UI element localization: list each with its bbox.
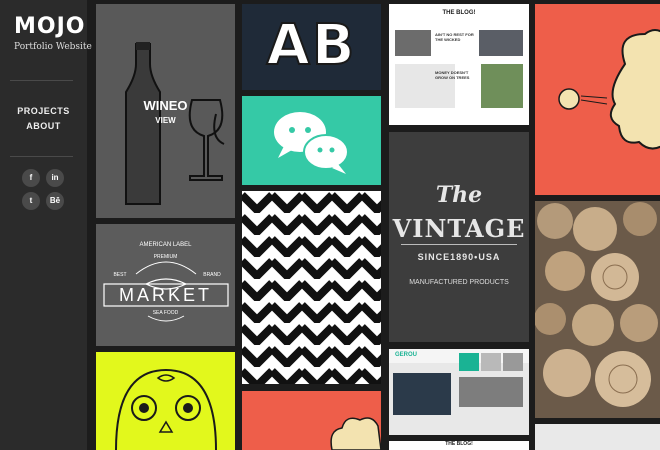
- project-tile-chat[interactable]: [242, 96, 381, 185]
- tile-title: WINEO: [143, 98, 188, 113]
- project-tile-blog[interactable]: THE BLOG! AIN'T NO REST FOR THE WICKED M…: [389, 4, 529, 125]
- project-tile-ab[interactable]: AB: [242, 4, 381, 90]
- project-tile-popcorn-2[interactable]: [535, 4, 660, 195]
- project-tile-wineo[interactable]: WINEO VIEW: [96, 4, 235, 218]
- blog-title: THE BLOG!: [442, 10, 476, 16]
- blog-post-title: AIN'T NO REST FOR THE WICKED: [435, 32, 474, 42]
- divider: [10, 156, 73, 157]
- blog-title: THE BLOG!: [445, 441, 473, 447]
- nav-item-projects[interactable]: PROJECTS: [0, 106, 87, 116]
- sidebar: MOJO Portfolio Website PROJECTS ABOUT f …: [0, 0, 92, 450]
- divider: [10, 80, 73, 81]
- view-link[interactable]: VIEW: [96, 116, 235, 125]
- twitter-icon[interactable]: t: [22, 192, 40, 210]
- market-bottom-text: SEA FOOD: [152, 310, 179, 316]
- market-word: MARKET: [118, 285, 212, 305]
- gerou-image: [459, 377, 523, 407]
- chat-bubbles-icon: [274, 112, 349, 174]
- gerou-block: [481, 353, 501, 371]
- market-best-text: BEST: [113, 272, 127, 278]
- project-tile-blog-2[interactable]: THE BLOG!: [389, 441, 529, 450]
- nav-item-about[interactable]: ABOUT: [0, 121, 87, 131]
- gerou-title: GEROU: [395, 352, 418, 358]
- vintage-the: The: [435, 182, 483, 208]
- sugar-skull-illustration: [115, 368, 217, 450]
- project-tile-vintage[interactable]: The VINTAGE SINCE1890•USA MANUFACTURED P…: [389, 132, 529, 342]
- chevron-pattern: [242, 191, 381, 384]
- behance-icon[interactable]: Bē: [46, 192, 64, 210]
- gerou-block: [459, 353, 479, 371]
- gerou-panel: [393, 373, 451, 415]
- project-tile-skull[interactable]: [96, 352, 235, 450]
- ab-letters: AB: [265, 13, 357, 79]
- market-brand-text: BRAND: [203, 272, 221, 278]
- facebook-icon[interactable]: f: [22, 169, 40, 187]
- project-tile-wood[interactable]: [535, 201, 660, 418]
- blog-thumb: [479, 30, 523, 56]
- market-premium-text: PREMIUM: [153, 254, 178, 260]
- project-tile-market[interactable]: AMERICAN LABEL PREMIUM BEST BRAND MARKET…: [96, 224, 235, 346]
- market-top-text: AMERICAN LABEL: [139, 242, 192, 248]
- linkedin-icon[interactable]: in: [46, 169, 64, 187]
- blog-thumb: [481, 64, 523, 108]
- wood-logs-photo: [535, 202, 658, 407]
- project-tile-gerou[interactable]: GEROU: [389, 349, 529, 435]
- project-tile-popcorn[interactable]: [242, 391, 381, 450]
- vintage-since: SINCE1890•USA: [417, 252, 501, 262]
- blog-thumb: [395, 30, 431, 56]
- gerou-block: [503, 353, 523, 371]
- vintage-word: VINTAGE: [392, 214, 526, 243]
- project-tile-partial[interactable]: [535, 424, 660, 450]
- site-tagline: Portfolio Website: [14, 42, 92, 52]
- divider: [401, 244, 517, 245]
- site-logo[interactable]: MOJO: [14, 16, 85, 38]
- popcorn-illustration: [330, 417, 381, 450]
- vintage-made: MANUFACTURED PRODUCTS: [409, 279, 509, 286]
- popcorn-illustration: [558, 29, 660, 150]
- project-tile-chevron[interactable]: [242, 191, 381, 384]
- blog-post-title: MONEY DOESN'T GROW ON TREES: [435, 70, 470, 80]
